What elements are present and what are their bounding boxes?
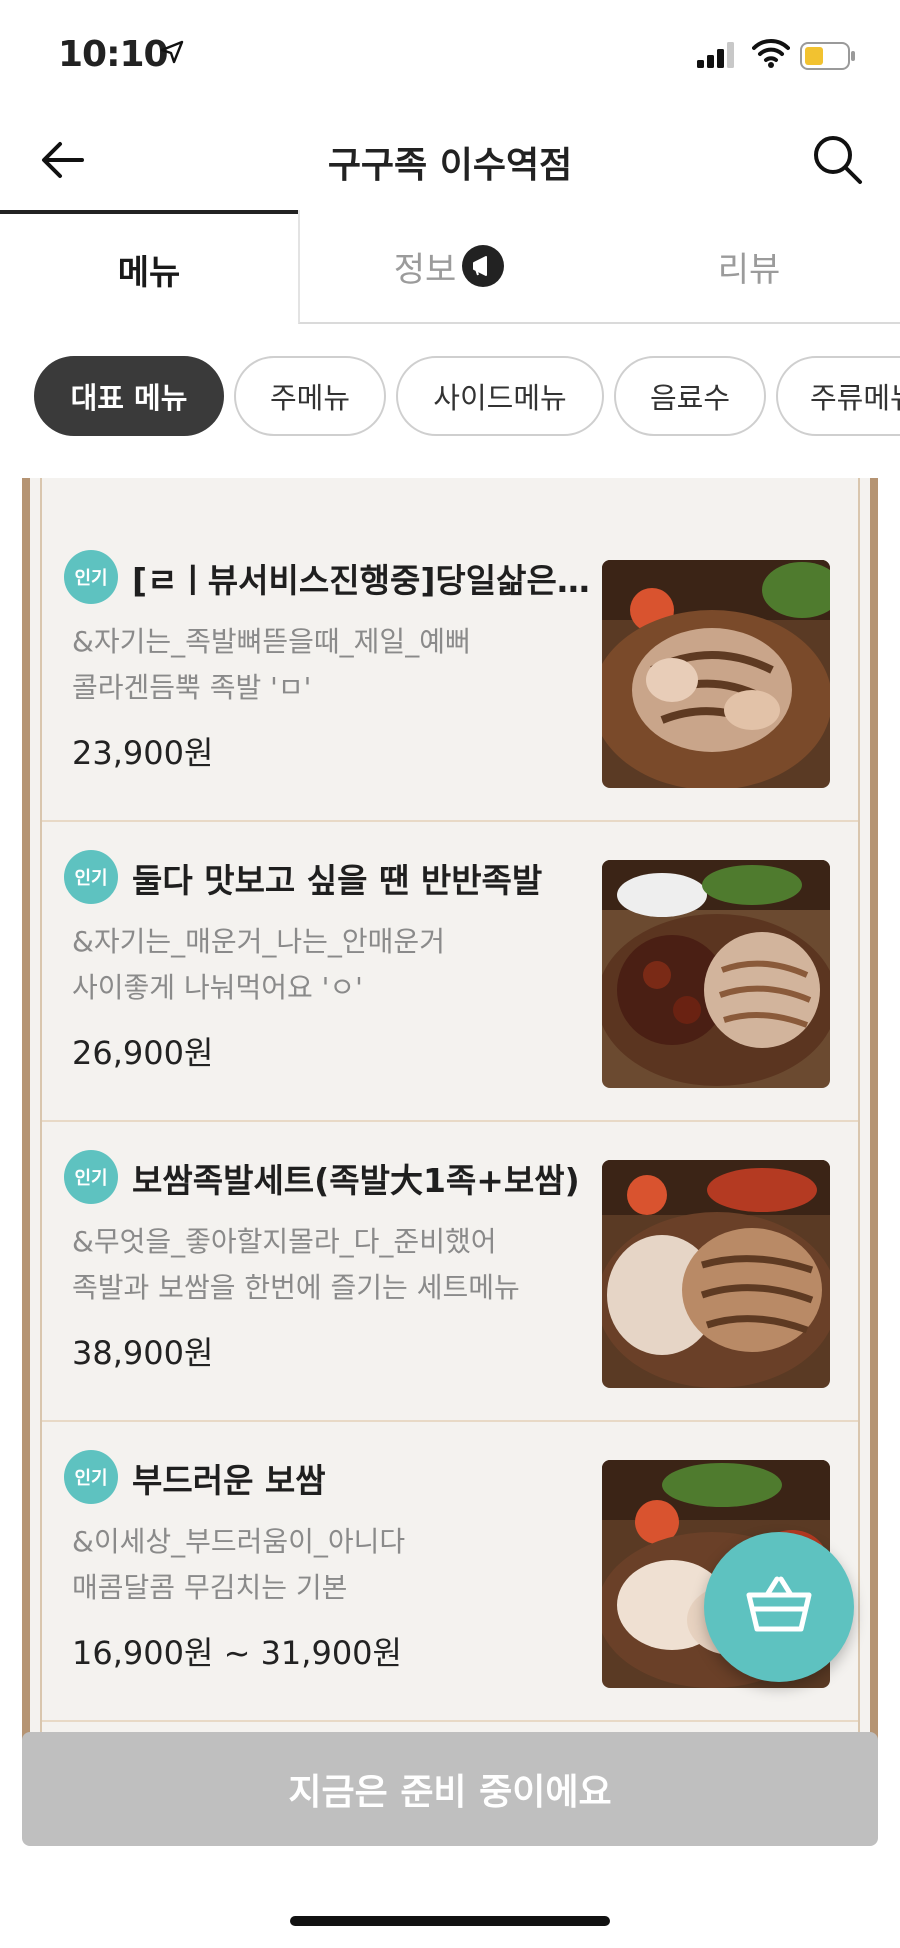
battery-icon — [800, 42, 856, 74]
location-arrow-icon — [160, 40, 184, 68]
menu-item-price: 38,900원 — [72, 1334, 214, 1372]
menu-item-description: 매콤달콤 무김치는 기본 — [72, 1571, 348, 1604]
menu-item-photo — [602, 1160, 830, 1388]
menu-item-description: &자기는_족발뼈뜯을때_제일_예뻐 — [72, 625, 471, 658]
cellular-signal-icon — [697, 42, 737, 72]
popular-badge: 인기 — [64, 550, 118, 604]
menu-item[interactable]: 인기 [ㄹㅣ뷰서비스진행중]당일삶은 족발 &자기는_족발뼈뜯을때_제일_예뻐 … — [42, 520, 858, 822]
menu-item-price: 23,900원 — [72, 734, 214, 772]
popular-badge: 인기 — [64, 850, 118, 904]
chip-main-menu[interactable]: 주메뉴 — [234, 356, 386, 436]
back-arrow-icon[interactable] — [36, 132, 92, 188]
chip-side-menu[interactable]: 사이드메뉴 — [396, 356, 604, 436]
menu-item-photo — [602, 560, 830, 788]
tab-menu-label: 메뉴 — [117, 252, 181, 293]
tab-info[interactable]: 정보 — [298, 210, 598, 324]
menu-item-description: &무엇을_좋아할지몰라_다_준비했어 — [72, 1225, 497, 1258]
menu-item-name: [ㄹㅣ뷰서비스진행중]당일삶은 족발 — [132, 561, 592, 600]
home-indicator — [290, 1916, 610, 1926]
chip-alcohol-menu[interactable]: 주류메뉴 — [776, 356, 900, 436]
chip-drinks[interactable]: 음료수 — [614, 356, 766, 436]
status-bar: 10:10 — [0, 0, 900, 110]
wifi-icon — [752, 38, 790, 72]
chip-signature-menu[interactable]: 대표 메뉴 — [34, 356, 224, 436]
menu-item-name: 둘다 맛보고 싶을 땐 반반족발 — [132, 861, 543, 900]
menu-item-photo — [602, 860, 830, 1088]
tab-info-label: 정보 — [393, 249, 457, 290]
cart-button[interactable] — [704, 1532, 854, 1682]
popular-badge: 인기 — [64, 1450, 118, 1504]
megaphone-icon — [462, 245, 505, 287]
store-tabs: 메뉴 정보 리뷰 — [0, 210, 900, 326]
popular-badge: 인기 — [64, 1150, 118, 1204]
menu-item-description: 족발과 보쌈을 한번에 즐기는 세트메뉴 — [72, 1271, 520, 1304]
menu-item[interactable]: 인기 보쌈족발세트(족발大1족+보쌈) &무엇을_좋아할지몰라_다_준비했어 족… — [42, 1120, 858, 1422]
menu-item-price: 26,900원 — [72, 1034, 214, 1072]
menu-item-description: &자기는_매운거_나는_안매운거 — [72, 925, 445, 958]
order-status-label: 지금은 준비 중이에요 — [288, 1772, 612, 1813]
tab-review[interactable]: 리뷰 — [598, 210, 900, 324]
menu-item-name: 보쌈족발세트(족발大1족+보쌈) — [132, 1161, 580, 1200]
store-title: 구구족 이수역점 — [327, 145, 573, 186]
app-header: 구구족 이수역점 — [0, 110, 900, 210]
menu-item-description: &이세상_부드러움이_아니다 — [72, 1525, 406, 1558]
menu-item-name: 부드러운 보쌈 — [132, 1461, 326, 1500]
menu-item-description: 콜라겐듬뿍 족발 'ㅁ' — [72, 671, 312, 704]
tab-menu[interactable]: 메뉴 — [0, 210, 298, 324]
menu-item-description: 사이좋게 나눠먹어요 'ㅇ' — [72, 971, 363, 1004]
basket-icon — [743, 1573, 815, 1641]
category-chips: 대표 메뉴 주메뉴 사이드메뉴 음료수 주류메뉴 — [0, 356, 900, 440]
search-icon[interactable] — [808, 130, 868, 190]
tab-review-label: 리뷰 — [717, 249, 781, 290]
status-time: 10:10 — [58, 34, 169, 75]
menu-item-price: 16,900원 ~ 31,900원 — [72, 1634, 402, 1672]
order-status-button[interactable]: 지금은 준비 중이에요 — [22, 1732, 878, 1846]
menu-item[interactable]: 인기 둘다 맛보고 싶을 땐 반반족발 &자기는_매운거_나는_안매운거 사이좋… — [42, 820, 858, 1122]
